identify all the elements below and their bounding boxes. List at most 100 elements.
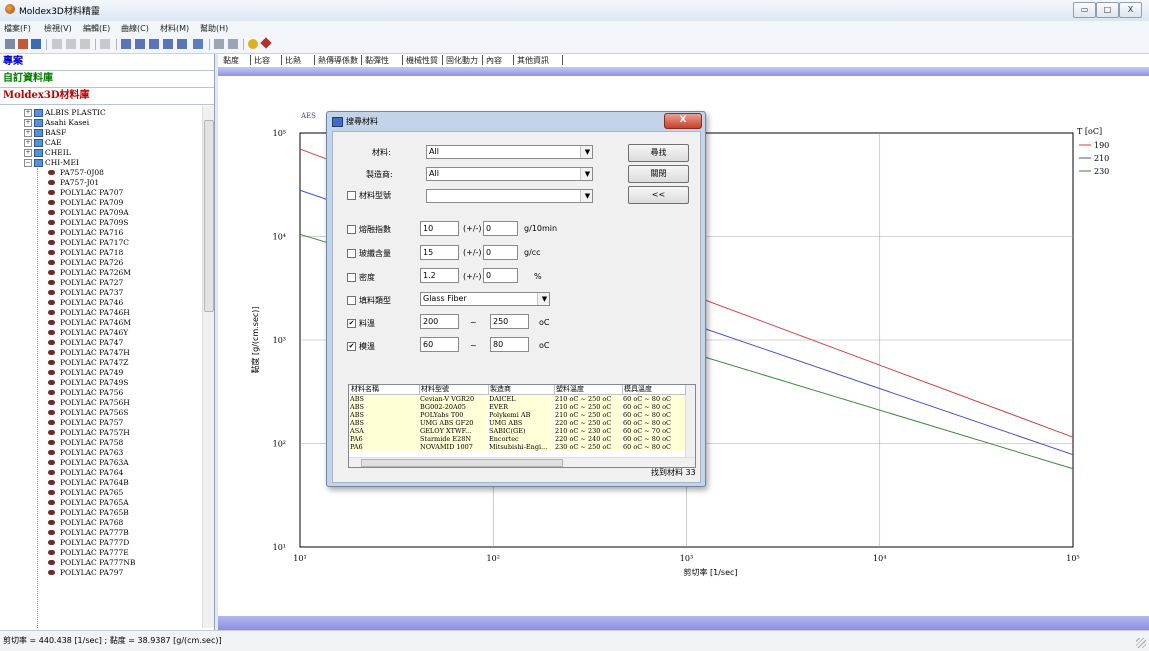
mold-temp-from[interactable]: 60 [420, 337, 459, 352]
tree-material-row[interactable]: POLYLAC PA718 [0, 248, 200, 257]
compare-icon[interactable] [100, 39, 110, 49]
melt-temp-to[interactable]: 250 [490, 314, 529, 329]
tree-material-row[interactable]: POLYLAC PA746H [0, 308, 200, 317]
project-header[interactable]: 專案 [0, 54, 214, 71]
grade-select[interactable]: ▼ [426, 189, 593, 203]
custom-db-header[interactable]: 自訂資料庫 [0, 71, 214, 88]
tab-8[interactable]: 其他資訊 [517, 55, 549, 66]
filler-select[interactable]: Glass Fiber ▼ [420, 292, 550, 306]
tree-material-row[interactable]: POLYLAC PA746Y [0, 328, 200, 337]
tab-1[interactable]: 比容 [254, 55, 270, 66]
table-hscrollbar[interactable] [349, 457, 695, 467]
menu-edit[interactable]: 編輯(E) [83, 23, 110, 34]
tree-material-row[interactable]: POLYLAC PA765 [0, 488, 200, 497]
mold-temp-checkbox[interactable]: ✔ [347, 342, 356, 351]
chart-icon-2[interactable] [135, 39, 145, 49]
tree-material-row[interactable]: POLYLAC PA757 [0, 418, 200, 427]
menu-view[interactable]: 檢視(V) [44, 23, 72, 34]
close-dialog-button[interactable]: 關閉 [628, 165, 689, 183]
tree-vendor-row[interactable]: + Asahi Kasei [0, 118, 200, 127]
tree-material-row[interactable]: POLYLAC PA756S [0, 408, 200, 417]
table-row[interactable]: ABS POLYabs T00 Polykemi AB 210 oC ~ 250 oC… [349, 411, 685, 419]
chart-icon-1[interactable] [121, 39, 131, 49]
tab-5[interactable]: 機械性質 [406, 55, 438, 66]
table-row[interactable]: PA6 NOVAMID 1007 Mitsubishi-Engi... 230 oC … [349, 443, 685, 451]
tree-material-row[interactable]: POLYLAC PA707 [0, 188, 200, 197]
tree-vendor-row[interactable]: + CHEIL [0, 148, 200, 157]
melt-temp-checkbox[interactable]: ✔ [347, 319, 356, 328]
tree-material-row[interactable]: POLYLAC PA765B [0, 508, 200, 517]
density-input[interactable]: 1.2 [420, 268, 459, 283]
expand-toggle-icon[interactable]: + [24, 119, 32, 127]
tree-material-row[interactable]: POLYLAC PA726M [0, 268, 200, 277]
tree-material-row[interactable]: POLYLAC PA764B [0, 478, 200, 487]
copy-icon[interactable] [52, 39, 62, 49]
tree-material-row[interactable]: POLYLAC PA777B [0, 528, 200, 537]
melt-index-input[interactable]: 10 [420, 221, 459, 236]
tree-material-row[interactable]: POLYLAC PA777NB [0, 558, 200, 567]
resize-grip[interactable] [1136, 638, 1146, 648]
expand-toggle-icon[interactable]: + [24, 109, 32, 117]
tree-material-row[interactable]: POLYLAC PA716 [0, 228, 200, 237]
expand-toggle-icon[interactable]: + [24, 129, 32, 137]
table-row[interactable]: ASA GELOY XTWF... SABIC(GE) 210 oC ~ 230 oC… [349, 427, 685, 435]
tree-material-row[interactable]: POLYLAC PA777D [0, 538, 200, 547]
menu-curve[interactable]: 曲線(C) [121, 23, 149, 34]
tree-material-row[interactable]: POLYLAC PA747H [0, 348, 200, 357]
fiber-tolerance[interactable]: 0 [483, 245, 518, 260]
result-table[interactable]: 材料名稱 材料型號 製造商 塑料溫度 模具溫度 ABS Cevian-V VGR20 DAIC… [348, 384, 696, 468]
melt-temp-from[interactable]: 200 [420, 314, 459, 329]
table-row[interactable]: ABS Cevian-V VGR20 DAICEL 210 oC ~ 250 oC 60… [349, 395, 685, 403]
menu-file[interactable]: 檔案(F) [4, 23, 31, 34]
tree-material-row[interactable]: POLYLAC PA797 [0, 568, 200, 577]
tree-material-row[interactable]: POLYLAC PA709 [0, 198, 200, 207]
density-tolerance[interactable]: 0 [483, 268, 518, 283]
moldex-db-header[interactable]: Moldex3D材料庫 [0, 88, 214, 105]
vendor-select[interactable]: All ▼ [426, 167, 593, 181]
table-header-cell[interactable]: 材料型號 [420, 385, 489, 395]
tree-material-row[interactable]: POLYLAC PA727 [0, 278, 200, 287]
material-icon[interactable] [260, 37, 272, 49]
tree-material-row[interactable]: POLYLAC PA749S [0, 378, 200, 387]
tree-material-row[interactable]: POLYLAC PA746M [0, 318, 200, 327]
tree-material-row[interactable]: POLYLAC PA758 [0, 438, 200, 447]
table-header-cell[interactable]: 材料名稱 [350, 385, 420, 395]
tree-material-row[interactable]: POLYLAC PA747 [0, 338, 200, 347]
chart-icon-3[interactable] [149, 39, 159, 49]
tree-material-row[interactable]: POLYLAC PA756 [0, 388, 200, 397]
tree-material-row[interactable]: PA757-0J08 [0, 168, 200, 177]
maximize-button[interactable]: □ [1096, 2, 1119, 18]
tree-vendor-row[interactable]: + CAE [0, 138, 200, 147]
tree-scrollbar[interactable] [202, 106, 214, 628]
tree-material-row[interactable]: POLYLAC PA726 [0, 258, 200, 267]
chart-icon-4[interactable] [163, 39, 173, 49]
chart-icon-5[interactable] [177, 39, 187, 49]
expand-toggle-icon[interactable]: + [24, 139, 32, 147]
table-header-cell[interactable]: 模具溫度 [623, 385, 686, 395]
density-checkbox[interactable] [347, 273, 356, 282]
dialog-title-bar[interactable]: 搜尋材料 X [327, 112, 705, 130]
material-select[interactable]: All ▼ [426, 145, 593, 159]
dialog-close-button[interactable]: X [664, 113, 702, 129]
search-button[interactable]: 尋找 [628, 144, 689, 162]
tree-material-row[interactable]: POLYLAC PA777E [0, 548, 200, 557]
close-button[interactable]: X [1119, 2, 1142, 18]
tree-material-row[interactable]: POLYLAC PA749 [0, 368, 200, 377]
tree-material-row[interactable]: POLYLAC PA763A [0, 458, 200, 467]
delete-icon[interactable] [80, 39, 90, 49]
tree-material-row[interactable]: POLYLAC PA765A [0, 498, 200, 507]
search-icon[interactable] [214, 39, 224, 49]
table-header-cell[interactable]: 製造商 [489, 385, 555, 395]
menu-material[interactable]: 材料(M) [160, 23, 189, 34]
expand-toggle-icon[interactable]: + [24, 149, 32, 157]
grid-icon[interactable] [193, 39, 203, 49]
table-vscrollbar[interactable] [685, 385, 695, 457]
collapse-button[interactable]: << [628, 186, 689, 204]
tree-material-row[interactable]: POLYLAC PA709A [0, 208, 200, 217]
mold-temp-to[interactable]: 80 [490, 337, 529, 352]
minimize-button[interactable]: ▭ [1073, 2, 1096, 18]
expand-toggle-icon[interactable]: − [24, 159, 32, 167]
image-icon[interactable] [228, 39, 238, 49]
melt-index-checkbox[interactable] [347, 225, 356, 234]
tree-material-row[interactable]: POLYLAC PA764 [0, 468, 200, 477]
